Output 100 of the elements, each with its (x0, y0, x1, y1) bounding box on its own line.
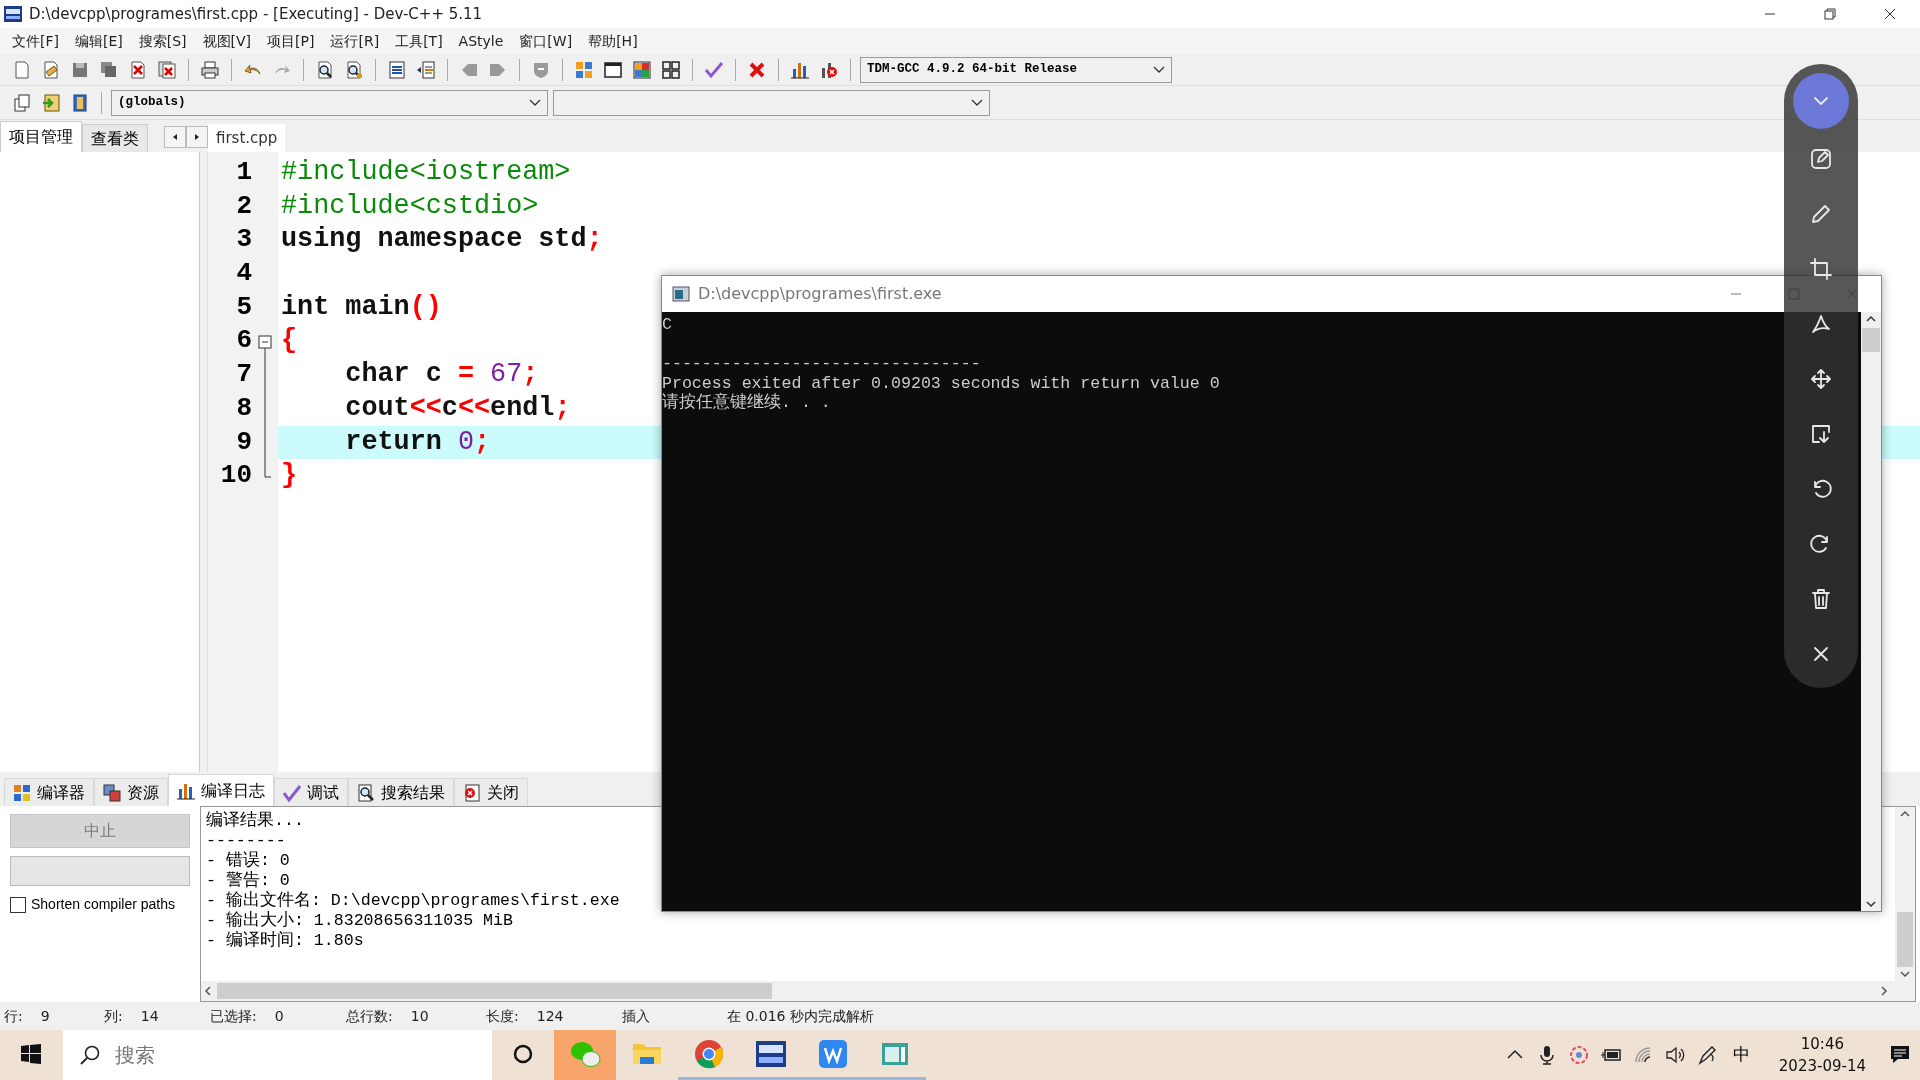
status-value: 插入 (622, 1006, 650, 1026)
resources-tab-icon (103, 783, 121, 802)
browser-icon[interactable] (693, 1037, 725, 1070)
compiler-select[interactable]: TDM-GCC 4.9.2 64-bit Release (860, 56, 1172, 83)
trash-icon[interactable] (1809, 587, 1833, 611)
swirl-icon[interactable] (1567, 1044, 1590, 1066)
status-label: 行: (4, 1006, 23, 1026)
print-icon[interactable] (200, 59, 220, 80)
input-method-indicator[interactable]: 中 (1726, 1043, 1757, 1067)
scope-select[interactable]: (globals) (111, 89, 548, 116)
close-all-icon[interactable] (157, 59, 177, 80)
find-icon[interactable] (315, 59, 335, 80)
bar-chart-icon (177, 781, 195, 800)
vertical-scrollbar[interactable] (1861, 312, 1881, 911)
volume-icon[interactable] (1663, 1044, 1686, 1066)
writer-icon[interactable] (817, 1037, 849, 1070)
console-title: D:\devcpp\programes\first.exe (698, 283, 942, 305)
unindent-icon[interactable] (416, 59, 436, 80)
acrobat-icon[interactable] (1809, 312, 1833, 336)
checkmark-icon[interactable] (704, 59, 724, 80)
dropdown-caret-icon (529, 98, 541, 107)
cortana-circle-icon[interactable] (512, 1042, 534, 1065)
scroll-left-icon[interactable] (171, 133, 179, 141)
search-icon (79, 1044, 101, 1066)
restore-icon[interactable] (1822, 6, 1838, 22)
close-file-icon[interactable] (128, 59, 148, 80)
panel-tab[interactable]: 项目管理 (0, 121, 82, 152)
line-number: 2 (235, 189, 252, 223)
move-icon[interactable] (1809, 367, 1833, 391)
checkbox-label: Shorten compiler paths (31, 895, 175, 914)
log-line: - 输出大小: 1.83208656311035 MiB (206, 911, 513, 931)
pencil-icon[interactable] (1809, 202, 1833, 226)
status-label: 长度: (486, 1006, 519, 1026)
menu-item[interactable]: 项目[P] (259, 30, 323, 52)
menu-item[interactable]: 帮助[H] (580, 30, 646, 52)
start-icon[interactable] (20, 1042, 42, 1065)
vertical-scrollbar[interactable] (1895, 807, 1915, 981)
menu-item[interactable]: 工具[T] (387, 30, 451, 52)
menu-item[interactable]: 视图[V] (194, 30, 260, 52)
crop-icon[interactable] (1809, 257, 1833, 281)
compile-run-icon[interactable] (632, 59, 652, 80)
new-file-icon[interactable] (12, 59, 32, 80)
taskbar-search-field[interactable]: 搜索 (63, 1030, 492, 1080)
clock-time[interactable]: 10:46 (1800, 1033, 1844, 1055)
open-file-icon[interactable] (41, 59, 61, 80)
file-tab[interactable]: first.cpp (208, 124, 286, 152)
replace-icon[interactable] (344, 59, 364, 80)
line-number: 3 (235, 223, 252, 257)
code-line: cout<<c<<endl; (344, 391, 571, 425)
horizontal-scrollbar[interactable] (201, 981, 1915, 1001)
log-line: -------- (206, 831, 286, 851)
log-line: 编译结果... (206, 811, 304, 831)
window-title: D:\devcpp\programes\first.cpp - [Executing] - Dev-C++ 5.11 (29, 3, 483, 25)
log-line: - 错误: 0 (206, 851, 290, 871)
panel-tab[interactable]: 编译器 (4, 778, 94, 806)
menu-item[interactable]: 搜索[S] (130, 30, 195, 52)
bookmark-icon[interactable] (70, 92, 90, 113)
panel-tab[interactable]: 资源 (94, 778, 168, 806)
rebuild-icon[interactable] (661, 59, 681, 80)
console-window-icon (672, 286, 690, 302)
close-icon[interactable] (1882, 6, 1898, 22)
run-icon[interactable] (603, 59, 623, 80)
scroll-right-icon[interactable] (193, 133, 201, 141)
save-all-icon[interactable] (99, 59, 119, 80)
save-down-icon[interactable] (1809, 422, 1833, 446)
scrollbar-thumb[interactable] (1862, 328, 1880, 352)
status-value: 在 0.016 秒内完成解析 (727, 1006, 874, 1026)
menu-item[interactable]: 编辑[E] (67, 30, 131, 52)
scrollbar-thumb[interactable] (217, 983, 772, 999)
panel-tab[interactable]: 查看类 (82, 124, 148, 152)
scrollbar-thumb[interactable] (1897, 912, 1913, 967)
compiler-name: TDM-GCC 4.9.2 64-bit Release (867, 61, 1078, 79)
code-line: int main() (281, 290, 442, 324)
menu-item[interactable]: 窗口[W] (511, 30, 581, 52)
line-number: 4 (235, 257, 252, 291)
log-line: - 编译时间: 1.80s (206, 931, 364, 951)
compile-icon[interactable] (574, 59, 594, 80)
taskbar-search-field[interactable]: 搜索 (113, 1039, 443, 1071)
insert-icon[interactable] (12, 92, 32, 113)
clock-date[interactable]: 2023-09-14 (1778, 1055, 1866, 1077)
compiler-tab-icon (13, 783, 31, 802)
goto-icon[interactable] (41, 92, 61, 113)
status-value: 14 (140, 1006, 159, 1026)
panel-tab[interactable]: 搜索结果 (348, 778, 454, 806)
menu-item[interactable]: 运行[R] (322, 30, 388, 52)
menu-item[interactable]: 文件[F] (4, 30, 67, 52)
status-value: 9 (40, 1006, 50, 1026)
menu-item[interactable]: AStyle (450, 30, 512, 52)
checkbox[interactable] (10, 896, 26, 913)
status-value: 10 (410, 1006, 429, 1026)
line-number: 10 (219, 459, 252, 493)
panel-tab[interactable]: 关闭 (454, 778, 528, 806)
status-label: 列: (104, 1006, 123, 1026)
indent-icon[interactable] (387, 59, 407, 80)
panel-tab[interactable]: 调试 (274, 778, 348, 806)
scope-name: (globals) (118, 94, 186, 112)
console-output: C -------------------------------- Process exited after 0.09203 seconds with return value 0 请按任意键继续. . . (662, 314, 1220, 413)
status-label: 已选择: (210, 1006, 257, 1026)
panel-tab[interactable]: 编译日志 (168, 774, 274, 806)
edit-icon[interactable] (1809, 147, 1833, 171)
